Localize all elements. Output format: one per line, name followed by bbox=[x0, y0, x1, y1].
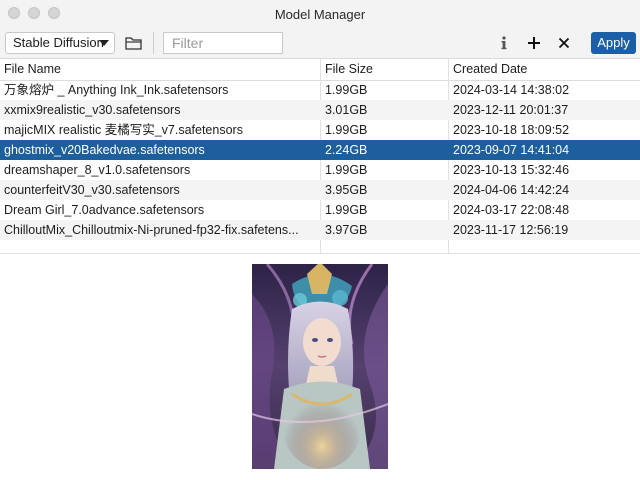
add-model-button[interactable] bbox=[523, 32, 545, 54]
file-name-cell: counterfeitV30_v30.safetensors bbox=[4, 183, 180, 197]
table-row[interactable]: majicMIX realistic 麦橘写实_v7.safetensors 1… bbox=[0, 120, 640, 140]
window-title: Model Manager bbox=[274, 7, 366, 22]
open-folder-button[interactable] bbox=[124, 35, 144, 51]
created-date-cell: 2023-12-11 20:01:37 bbox=[453, 103, 569, 117]
file-size-cell: 1.99GB bbox=[325, 83, 368, 97]
file-size-cell: 1.99GB bbox=[325, 123, 368, 137]
file-name-cell: dreamshaper_8_v1.0.safetensors bbox=[4, 163, 191, 177]
info-button[interactable] bbox=[493, 32, 515, 54]
model-table: File Name File Size Created Date 万象熔炉 _ … bbox=[0, 59, 640, 254]
remove-model-button[interactable] bbox=[553, 32, 575, 54]
plus-icon bbox=[528, 37, 540, 49]
info-icon bbox=[501, 36, 507, 50]
toolbar: Stable Diffusion Apply bbox=[0, 28, 640, 59]
file-size-cell: 3.95GB bbox=[325, 183, 368, 197]
file-name-cell: 万象熔炉 _ Anything Ink_Ink.safetensors bbox=[4, 83, 229, 97]
table-row-selected[interactable]: ghostmix_v20Bakedvae.safetensors 2.24GB … bbox=[0, 140, 640, 160]
table-row[interactable]: counterfeitV30_v30.safetensors 3.95GB 20… bbox=[0, 180, 640, 200]
toolbar-separator bbox=[153, 32, 154, 54]
created-date-cell: 2024-04-06 14:42:24 bbox=[453, 183, 570, 197]
model-preview-image bbox=[252, 264, 388, 469]
column-header-file-name[interactable]: File Name bbox=[0, 59, 320, 80]
model-type-dropdown[interactable]: Stable Diffusion bbox=[5, 32, 115, 54]
created-date-cell: 2024-03-14 14:38:02 bbox=[453, 83, 570, 97]
file-name-cell: ghostmix_v20Bakedvae.safetensors bbox=[4, 143, 205, 157]
close-icon bbox=[558, 37, 570, 49]
created-date-cell: 2023-10-18 18:09:52 bbox=[453, 123, 570, 137]
created-date-cell: 2024-03-17 22:08:48 bbox=[453, 203, 570, 217]
model-type-label: Stable Diffusion bbox=[13, 35, 104, 50]
file-name-cell: Dream Girl_7.0advance.safetensors bbox=[4, 203, 205, 217]
column-header-file-size[interactable]: File Size bbox=[321, 59, 448, 80]
created-date-cell: 2023-10-13 15:32:46 bbox=[453, 163, 570, 177]
filter-input[interactable] bbox=[163, 32, 283, 54]
file-size-cell: 2.24GB bbox=[325, 143, 368, 157]
created-date-cell: 2023-11-17 12:56:19 bbox=[453, 223, 569, 237]
column-header-created-date[interactable]: Created Date bbox=[449, 59, 640, 80]
title-bar: Model Manager bbox=[0, 0, 640, 28]
file-name-cell: xxmix9realistic_v30.safetensors bbox=[4, 103, 181, 117]
file-name-cell: ChilloutMix_Chilloutmix-Ni-pruned-fp32-f… bbox=[4, 223, 299, 237]
table-row[interactable]: 万象熔炉 _ Anything Ink_Ink.safetensors 1.99… bbox=[0, 80, 640, 100]
table-row[interactable]: xxmix9realistic_v30.safetensors 3.01GB 2… bbox=[0, 100, 640, 120]
table-row[interactable]: dreamshaper_8_v1.0.safetensors 1.99GB 20… bbox=[0, 160, 640, 180]
table-row[interactable]: Dream Girl_7.0advance.safetensors 1.99GB… bbox=[0, 200, 640, 220]
created-date-cell: 2023-09-07 14:41:04 bbox=[453, 143, 570, 157]
file-size-cell: 1.99GB bbox=[325, 203, 368, 217]
folder-icon bbox=[125, 37, 142, 50]
apply-button[interactable]: Apply bbox=[591, 32, 636, 54]
chevron-down-icon bbox=[99, 40, 109, 46]
file-name-cell: majicMIX realistic 麦橘写实_v7.safetensors bbox=[4, 123, 243, 137]
file-size-cell: 3.97GB bbox=[325, 223, 368, 237]
file-size-cell: 3.01GB bbox=[325, 103, 368, 117]
table-row[interactable]: ChilloutMix_Chilloutmix-Ni-pruned-fp32-f… bbox=[0, 220, 640, 240]
file-size-cell: 1.99GB bbox=[325, 163, 368, 177]
